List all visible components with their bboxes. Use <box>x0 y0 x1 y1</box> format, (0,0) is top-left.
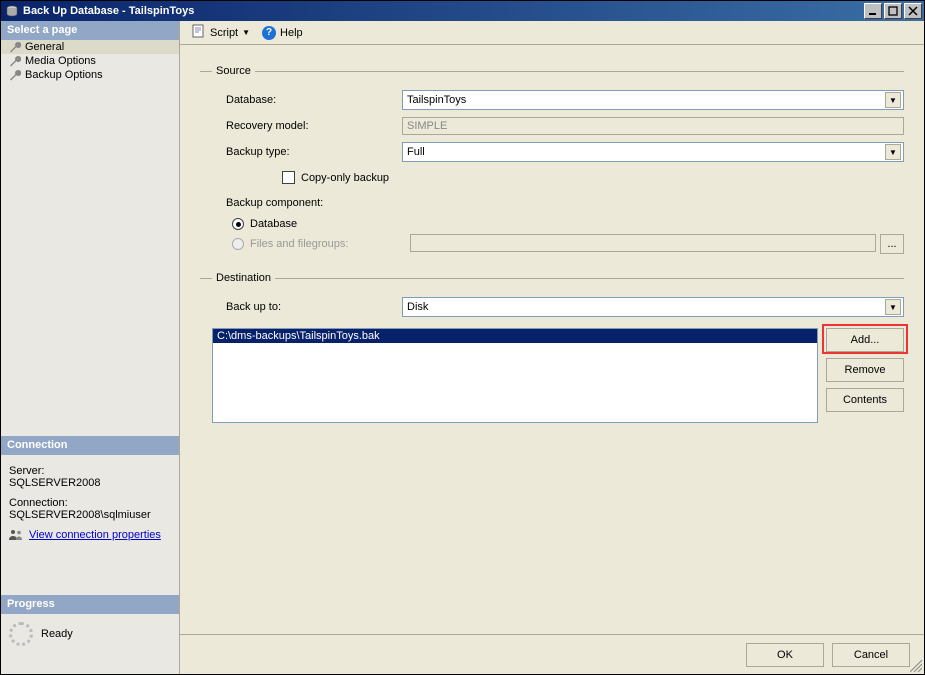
wrench-icon <box>9 69 21 81</box>
backup-to-label: Back up to: <box>212 301 402 313</box>
add-button[interactable]: Add... <box>826 328 904 352</box>
radio-files-label: Files and filegroups: <box>250 238 348 250</box>
database-label: Database: <box>212 94 402 106</box>
database-icon <box>5 4 19 18</box>
toolbar: Script ▼ ? Help <box>180 21 924 45</box>
page-item-label: General <box>25 41 64 53</box>
script-label: Script <box>210 27 238 39</box>
contents-button[interactable]: Contents <box>826 388 904 412</box>
connection-value: SQLSERVER2008\sqlmiuser <box>9 509 173 521</box>
radio-files-filegroups: Files and filegroups: ... <box>232 234 904 254</box>
chevron-down-icon: ▼ <box>242 28 250 37</box>
main-panel: Script ▼ ? Help Source Database: <box>180 21 924 674</box>
destination-path-item[interactable]: C:\dms-backups\TailspinToys.bak <box>213 329 817 343</box>
database-combo[interactable]: TailspinToys ▼ <box>402 90 904 110</box>
source-group: Source Database: TailspinToys ▼ Recovery… <box>200 65 904 258</box>
sidebar: Select a page General Media Options <box>1 21 180 674</box>
wrench-icon <box>9 41 21 53</box>
radio-circle <box>232 218 244 230</box>
ok-button[interactable]: OK <box>746 643 824 667</box>
view-connection-properties-link[interactable]: View connection properties <box>29 529 161 541</box>
browse-files-button: ... <box>880 234 904 254</box>
help-label: Help <box>280 27 303 39</box>
people-icon <box>9 529 23 541</box>
maximize-button[interactable] <box>884 3 902 19</box>
progress-header: Progress <box>1 595 179 614</box>
recovery-model-field: SIMPLE <box>402 117 904 135</box>
checkbox-box <box>282 171 295 184</box>
progress-status: Ready <box>41 628 73 640</box>
backup-to-value: Disk <box>407 301 428 313</box>
destination-group: Destination Back up to: Disk ▼ C:\dms- <box>200 272 904 423</box>
select-page-header: Select a page <box>1 21 179 40</box>
window-controls <box>862 3 922 19</box>
recovery-model-value: SIMPLE <box>407 120 447 132</box>
server-value: SQLSERVER2008 <box>9 477 173 489</box>
backup-type-value: Full <box>407 146 425 158</box>
server-label: Server: <box>9 465 173 477</box>
connection-label: Connection: <box>9 497 173 509</box>
chevron-down-icon[interactable]: ▼ <box>885 144 901 160</box>
chevron-down-icon[interactable]: ▼ <box>885 92 901 108</box>
backup-type-combo[interactable]: Full ▼ <box>402 142 904 162</box>
connection-header: Connection <box>1 436 179 455</box>
page-item-media-options[interactable]: Media Options <box>1 54 179 68</box>
radio-dot <box>236 222 241 227</box>
close-button[interactable] <box>904 3 922 19</box>
progress-panel: Ready <box>1 614 179 654</box>
page-item-general[interactable]: General <box>1 40 179 54</box>
chevron-down-icon[interactable]: ▼ <box>885 299 901 315</box>
wrench-icon <box>9 55 21 67</box>
copy-only-checkbox[interactable]: Copy-only backup <box>282 171 904 184</box>
minimize-button[interactable] <box>864 3 882 19</box>
files-filegroups-field <box>410 234 876 252</box>
page-item-label: Backup Options <box>25 69 103 81</box>
script-button[interactable]: Script ▼ <box>188 22 254 43</box>
window-title: Back Up Database - TailspinToys <box>23 5 862 17</box>
radio-database-label: Database <box>250 218 297 230</box>
backup-component-label: Backup component: <box>212 197 402 209</box>
recovery-model-label: Recovery model: <box>212 120 402 132</box>
destination-listbox[interactable]: C:\dms-backups\TailspinToys.bak <box>212 328 818 423</box>
dialog-footer: OK Cancel <box>180 634 924 674</box>
resize-grip[interactable] <box>910 660 922 672</box>
backup-type-label: Backup type: <box>212 146 402 158</box>
page-item-label: Media Options <box>25 55 96 67</box>
connection-panel: Server: SQLSERVER2008 Connection: SQLSER… <box>1 455 179 555</box>
backup-database-window: Back Up Database - TailspinToys Select a… <box>0 0 925 675</box>
backup-to-combo[interactable]: Disk ▼ <box>402 297 904 317</box>
help-icon: ? <box>262 26 276 40</box>
page-list: General Media Options Backup Options <box>1 40 179 82</box>
radio-database[interactable]: Database <box>232 218 904 230</box>
radio-circle <box>232 238 244 250</box>
source-legend: Source <box>212 65 255 77</box>
titlebar: Back Up Database - TailspinToys <box>1 1 924 21</box>
remove-button[interactable]: Remove <box>826 358 904 382</box>
content-area: Source Database: TailspinToys ▼ Recovery… <box>180 45 924 634</box>
page-item-backup-options[interactable]: Backup Options <box>1 68 179 82</box>
destination-legend: Destination <box>212 272 275 284</box>
help-button[interactable]: ? Help <box>258 24 307 42</box>
database-value: TailspinToys <box>407 94 466 106</box>
copy-only-label: Copy-only backup <box>301 172 389 184</box>
script-icon <box>192 24 206 41</box>
cancel-button[interactable]: Cancel <box>832 643 910 667</box>
progress-spinner-icon <box>9 622 33 646</box>
